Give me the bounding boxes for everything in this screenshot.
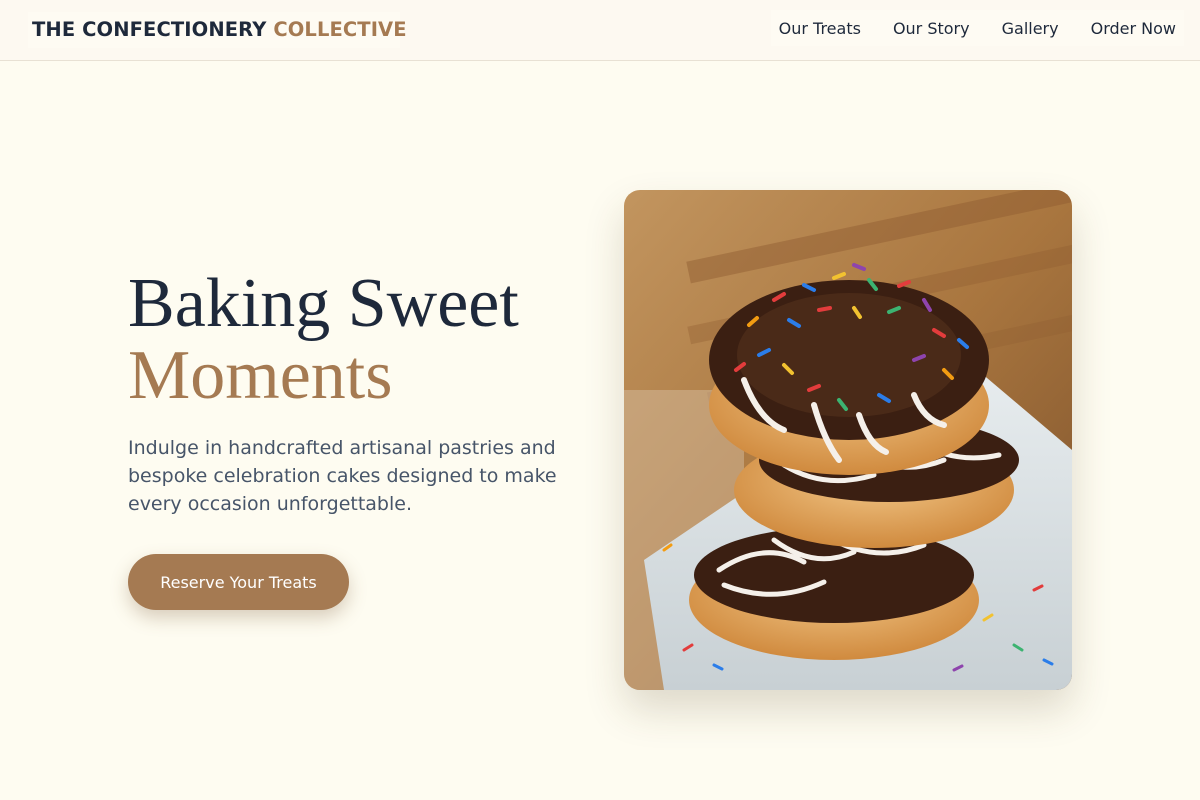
hero-description: Indulge in handcrafted artisanal pastrie…: [128, 437, 557, 515]
donut-photo: [624, 190, 1072, 690]
navbar: THE CONFECTIONERY COLLECTIVE Our Treats …: [0, 0, 1200, 61]
hero-text: Baking Sweet Moments Indulge in handcraf…: [128, 268, 588, 518]
donut-photo-art: [624, 190, 1072, 690]
brand-name-dark: THE CONFECTIONERY: [32, 18, 267, 41]
hero-title-line2: Moments: [128, 337, 393, 414]
nav-links: Our Treats Our Story Gallery Order Now: [770, 10, 1184, 46]
nav-link-our-story[interactable]: Our Story: [885, 19, 978, 38]
nav-link-our-treats[interactable]: Our Treats: [771, 19, 869, 38]
nav-link-gallery[interactable]: Gallery: [994, 19, 1067, 38]
brand-name-accent: COLLECTIVE: [273, 18, 407, 41]
hero-title-line1: Baking Sweet: [128, 265, 519, 342]
reserve-treats-button[interactable]: Reserve Your Treats: [128, 554, 349, 610]
nav-link-order-now[interactable]: Order Now: [1083, 19, 1184, 38]
brand-logo[interactable]: THE CONFECTIONERY COLLECTIVE: [28, 12, 407, 48]
